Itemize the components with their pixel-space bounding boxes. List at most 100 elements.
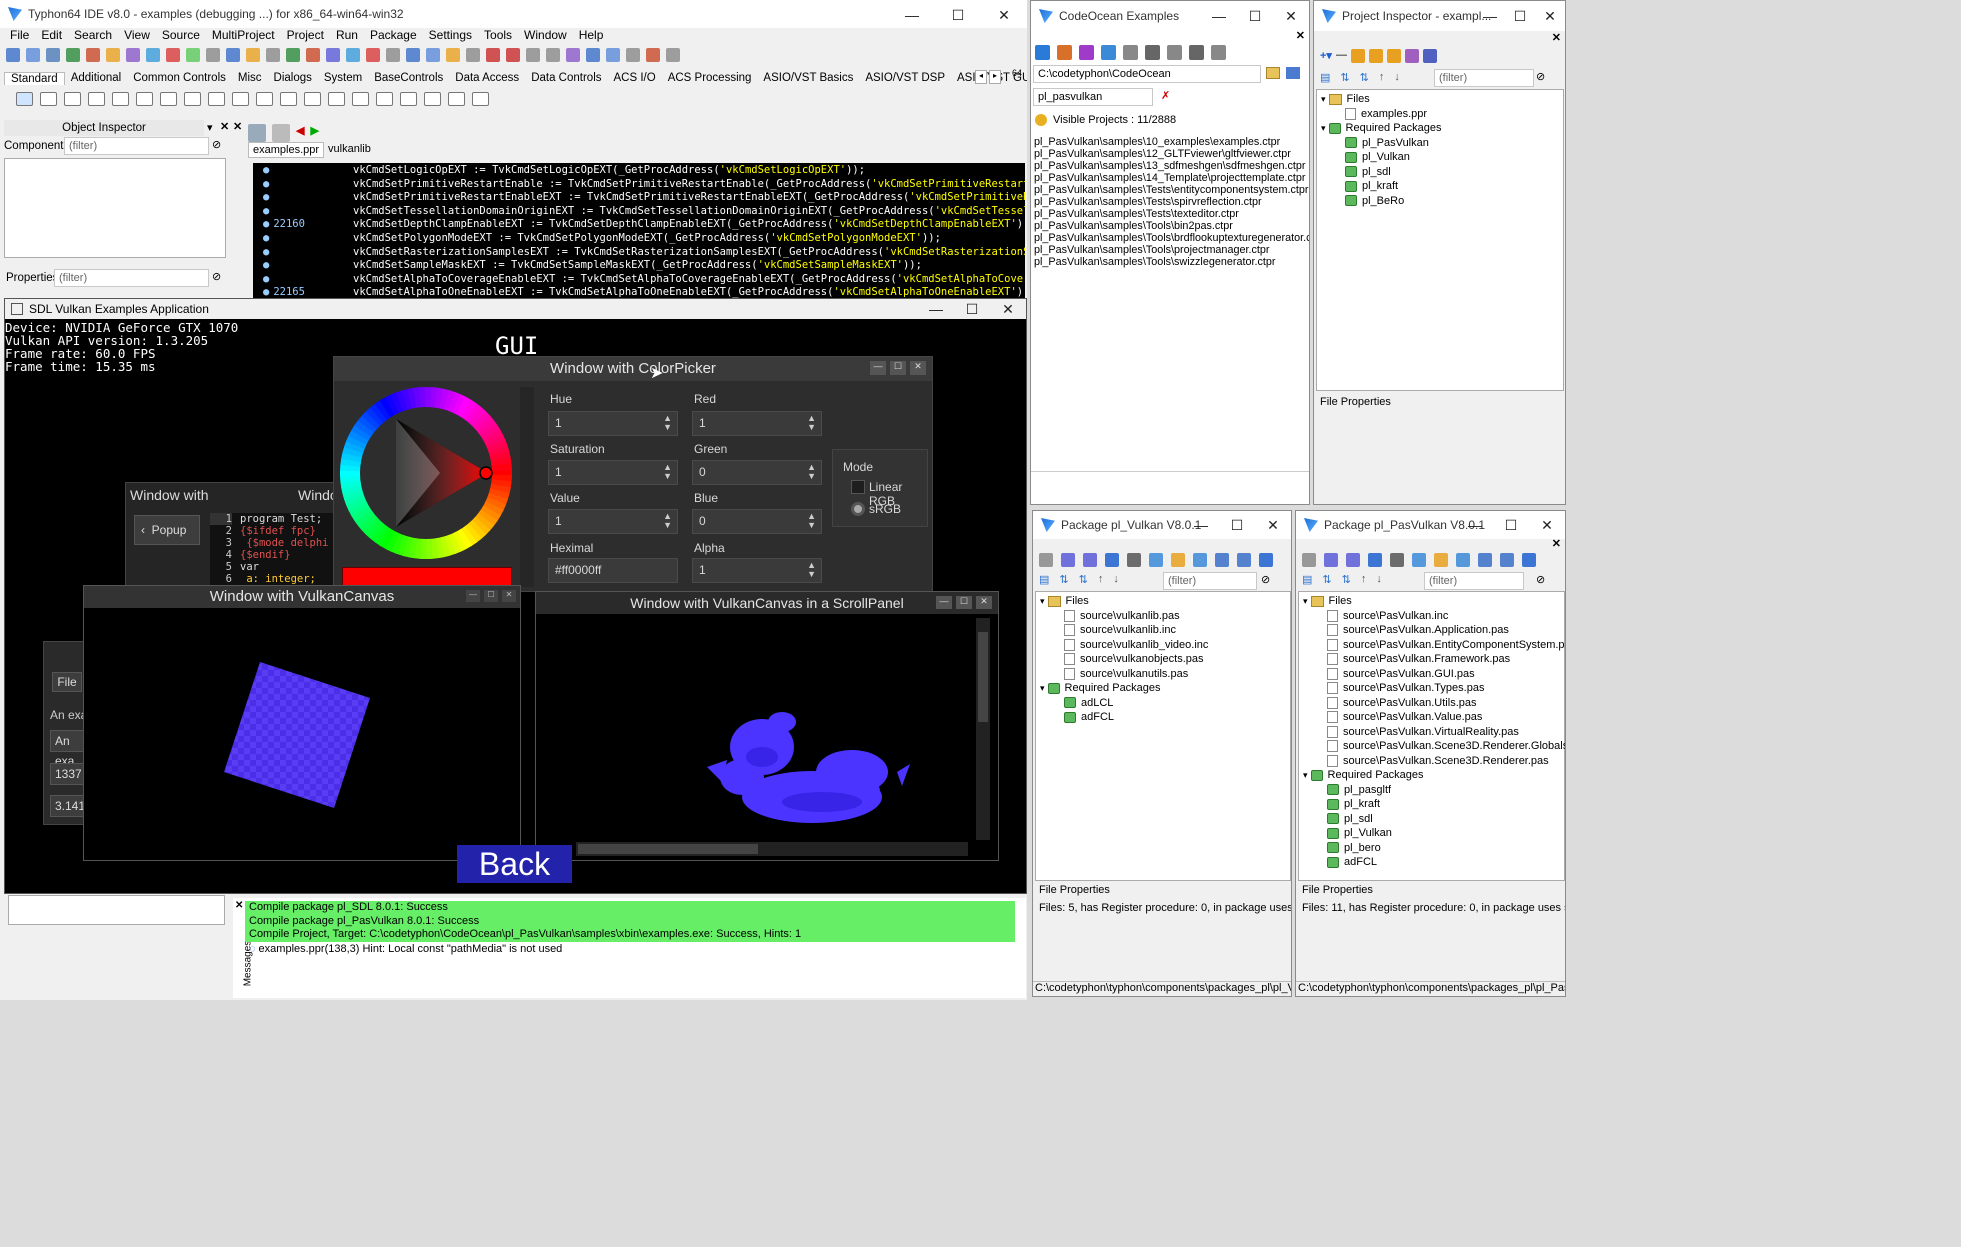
- minimize-icon[interactable]: —: [918, 299, 954, 319]
- package-item[interactable]: pl_sdl: [1321, 165, 1442, 180]
- package-tool-icon[interactable]: [1237, 553, 1251, 567]
- toolbar-icon[interactable]: [26, 48, 40, 62]
- project-list-item[interactable]: pl_PasVulkan\samples\Tools\swizzlegenera…: [1034, 256, 1304, 268]
- toolbar-icon[interactable]: [546, 48, 560, 62]
- sort-alpha-icon[interactable]: ⇅: [1079, 573, 1088, 586]
- codeocean-tool-icon[interactable]: [1101, 45, 1116, 60]
- package-item[interactable]: adLCL: [1040, 696, 1208, 711]
- close-editor-icon[interactable]: ✕: [233, 120, 242, 133]
- scroll-thumb[interactable]: [578, 844, 758, 854]
- component-icon[interactable]: [64, 92, 81, 106]
- message-success[interactable]: Compile Project, Target: C:\codetyphon\C…: [245, 928, 1015, 942]
- close-panel-icon[interactable]: ✕: [1552, 537, 1561, 550]
- file-item[interactable]: source\PasVulkan.inc: [1303, 609, 1565, 624]
- palette-tab[interactable]: Standard: [4, 71, 65, 85]
- breakpoint-dot-icon[interactable]: ●: [263, 273, 269, 285]
- package-tool-icon[interactable]: [1083, 553, 1097, 567]
- component-icon[interactable]: [88, 92, 105, 106]
- breakpoint-dot-icon[interactable]: ●: [263, 232, 269, 244]
- value-input[interactable]: 1 ▲ ▼: [548, 509, 678, 534]
- close-icon[interactable]: ✕: [1255, 511, 1291, 539]
- pi-tree[interactable]: ▾ Files examples.ppr ▾ Required Packages pl_P…: [1316, 89, 1564, 391]
- clear-search-icon[interactable]: ✗: [1161, 89, 1170, 102]
- menu-item-file[interactable]: File: [4, 28, 35, 42]
- component-icon[interactable]: [328, 92, 345, 106]
- tool-icon[interactable]: [1386, 49, 1401, 63]
- maximize-icon[interactable]: ☐: [954, 299, 990, 319]
- toolbar-icon[interactable]: [186, 48, 200, 62]
- toolbar-icon[interactable]: [346, 48, 360, 62]
- collapse-icon[interactable]: ▾: [1303, 770, 1308, 781]
- package-tool-icon[interactable]: [1434, 553, 1448, 567]
- toolbar-icon[interactable]: [606, 48, 620, 62]
- menu-item-help[interactable]: Help: [573, 28, 610, 42]
- collapse-icon[interactable]: ▾: [1303, 596, 1308, 607]
- toolbar-icon[interactable]: [326, 48, 340, 62]
- package-tool-icon[interactable]: [1193, 553, 1207, 567]
- package-item[interactable]: pl_sdl: [1303, 812, 1565, 827]
- package-tool-icon[interactable]: [1522, 553, 1536, 567]
- collapse-icon[interactable]: ▾: [1321, 94, 1326, 105]
- toolbar-icon[interactable]: [526, 48, 540, 62]
- package-item[interactable]: pl_kraft: [1303, 797, 1565, 812]
- project-search-input[interactable]: pl_pasvulkan: [1033, 88, 1153, 106]
- close-panel-icon[interactable]: ✕: [1552, 31, 1561, 44]
- package-tool-icon[interactable]: [1105, 553, 1119, 567]
- tool-icon[interactable]: [1350, 49, 1365, 63]
- tool-icon[interactable]: [1404, 49, 1419, 63]
- component-icon[interactable]: [472, 92, 489, 106]
- breakpoint-dot-icon[interactable]: ●: [263, 164, 269, 176]
- file-item[interactable]: source\PasVulkan.Scene3D.Renderer.pas: [1303, 754, 1565, 769]
- toolbar-icon[interactable]: [6, 48, 20, 62]
- move-down-icon[interactable]: ↓: [1113, 573, 1119, 586]
- codeocean-tool-icon[interactable]: [1211, 45, 1226, 60]
- breakpoint-dot-icon[interactable]: ●: [263, 218, 269, 230]
- move-up-icon[interactable]: ↑: [1361, 573, 1367, 586]
- saturation-input[interactable]: 1 ▲ ▼: [548, 460, 678, 485]
- files-node[interactable]: ▾ Files: [1321, 92, 1442, 107]
- message-hint[interactable]: ◌ examples.ppr(138,3) Hint: Local const "…: [245, 942, 1015, 956]
- palette-tab[interactable]: Data Controls: [525, 72, 607, 84]
- project-list-item[interactable]: pl_PasVulkan\samples\14_Template\project…: [1034, 172, 1305, 184]
- toolbar-icon[interactable]: [426, 48, 440, 62]
- menu-item-view[interactable]: View: [118, 28, 156, 42]
- package-tool-icon[interactable]: [1039, 553, 1053, 567]
- codeocean-tool-icon[interactable]: [1123, 45, 1138, 60]
- close-icon[interactable]: ✕: [502, 590, 516, 602]
- palette-tab[interactable]: ASIO/VST Basics: [757, 72, 859, 84]
- package-tool-icon[interactable]: [1456, 553, 1470, 567]
- toolbar-icon[interactable]: [646, 48, 660, 62]
- component-icon[interactable]: [232, 92, 249, 106]
- toolbar-icon[interactable]: [466, 48, 480, 62]
- package-tool-icon[interactable]: [1368, 553, 1382, 567]
- component-icon[interactable]: [136, 92, 153, 106]
- path-field[interactable]: C:\codetyphon\CodeOcean: [1033, 65, 1261, 83]
- required-packages-node[interactable]: ▾ Required Packages: [1303, 768, 1565, 783]
- toolbar-icon[interactable]: [46, 48, 60, 62]
- project-list-item[interactable]: pl_PasVulkan\samples\Tests\entitycompone…: [1034, 184, 1308, 196]
- properties-filter[interactable]: (filter): [54, 269, 209, 287]
- options-icon[interactable]: ▤: [1039, 573, 1049, 586]
- maximize-icon[interactable]: ☐: [1237, 1, 1273, 31]
- component-icon[interactable]: [376, 92, 393, 106]
- menu-item-package[interactable]: Package: [364, 28, 423, 42]
- file-item[interactable]: examples.ppr: [1321, 107, 1442, 122]
- breakpoint-dot-icon[interactable]: ●: [263, 259, 269, 271]
- file-item[interactable]: source\PasVulkan.Application.pas: [1303, 623, 1565, 638]
- toolbar-icon[interactable]: [166, 48, 180, 62]
- file-item[interactable]: source\vulkanlib.inc: [1040, 623, 1208, 638]
- add-icon[interactable]: +▾: [1320, 49, 1332, 63]
- files-node[interactable]: ▾ Files: [1303, 594, 1565, 609]
- palette-left-icon[interactable]: ◂: [975, 70, 987, 84]
- breakpoint-dot-icon[interactable]: ●: [263, 191, 269, 203]
- codeocean-tool-icon[interactable]: [1079, 45, 1094, 60]
- toolbar-icon[interactable]: [506, 48, 520, 62]
- spin-icon[interactable]: ▲ ▼: [663, 463, 672, 481]
- sort-alpha-icon[interactable]: ⇅: [1360, 71, 1369, 84]
- close-icon[interactable]: ✕: [1273, 1, 1309, 31]
- hue-input[interactable]: 1 ▲ ▼: [548, 411, 678, 436]
- tab-vulkanlib[interactable]: vulkanlib: [324, 142, 375, 158]
- file-item[interactable]: source\PasVulkan.Value.pas: [1303, 710, 1565, 725]
- collapse-icon[interactable]: ▾: [1321, 123, 1326, 134]
- message-success[interactable]: Compile package pl_SDL 8.0.1: Success: [245, 901, 1015, 915]
